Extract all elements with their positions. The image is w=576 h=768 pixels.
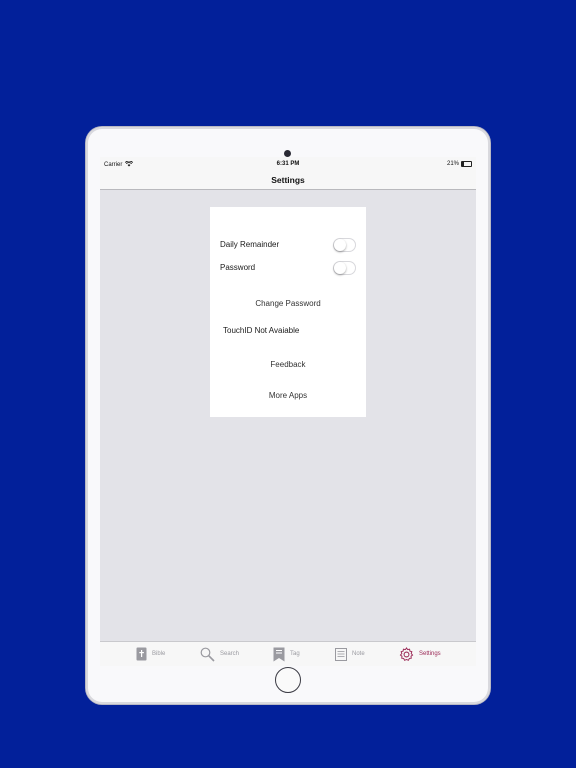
tab-label: Search xyxy=(220,651,240,657)
battery-percent: 21% xyxy=(446,161,459,167)
tab-bar: Bible Search Tag Note Settings xyxy=(100,641,476,666)
gear-icon xyxy=(399,646,414,662)
tab-label: Note xyxy=(352,651,365,657)
password-label: Password xyxy=(220,263,256,272)
daily-reminder-toggle[interactable] xyxy=(333,238,356,252)
note-icon xyxy=(335,647,347,661)
home-button[interactable] xyxy=(275,667,301,693)
page-title: Settings xyxy=(271,175,305,185)
tab-label: Bible xyxy=(152,651,166,657)
feedback-button[interactable]: Feedback xyxy=(210,360,366,369)
tab-search[interactable]: Search xyxy=(200,646,239,662)
clock: 6:31 PM xyxy=(276,161,300,167)
tag-icon xyxy=(273,647,285,662)
camera xyxy=(284,150,291,157)
bible-icon xyxy=(136,647,147,661)
tab-tag[interactable]: Tag xyxy=(273,646,300,662)
battery-icon xyxy=(461,161,472,167)
tab-bible[interactable]: Bible xyxy=(136,646,165,662)
navigation-bar: Settings xyxy=(100,171,476,190)
daily-reminder-label: Daily Remainder xyxy=(220,240,280,249)
status-bar: Carrier 6:31 PM 21% xyxy=(100,157,476,171)
app-screen: Carrier 6:31 PM 21% Settings Daily Remai… xyxy=(100,157,476,666)
settings-card: Daily Remainder Password Change Password… xyxy=(210,207,366,417)
change-password-button[interactable]: Change Password xyxy=(210,299,366,308)
tab-settings[interactable]: Settings xyxy=(399,646,441,662)
tab-label: Settings xyxy=(419,651,441,657)
touchid-status: TouchID Not Avaiable xyxy=(223,326,300,335)
tab-label: Tag xyxy=(290,651,300,657)
search-icon xyxy=(200,647,215,662)
password-toggle[interactable] xyxy=(333,261,356,275)
tab-note[interactable]: Note xyxy=(335,646,365,662)
more-apps-button[interactable]: More Apps xyxy=(210,391,366,400)
tablet-frame: Carrier 6:31 PM 21% Settings Daily Remai… xyxy=(86,127,490,704)
